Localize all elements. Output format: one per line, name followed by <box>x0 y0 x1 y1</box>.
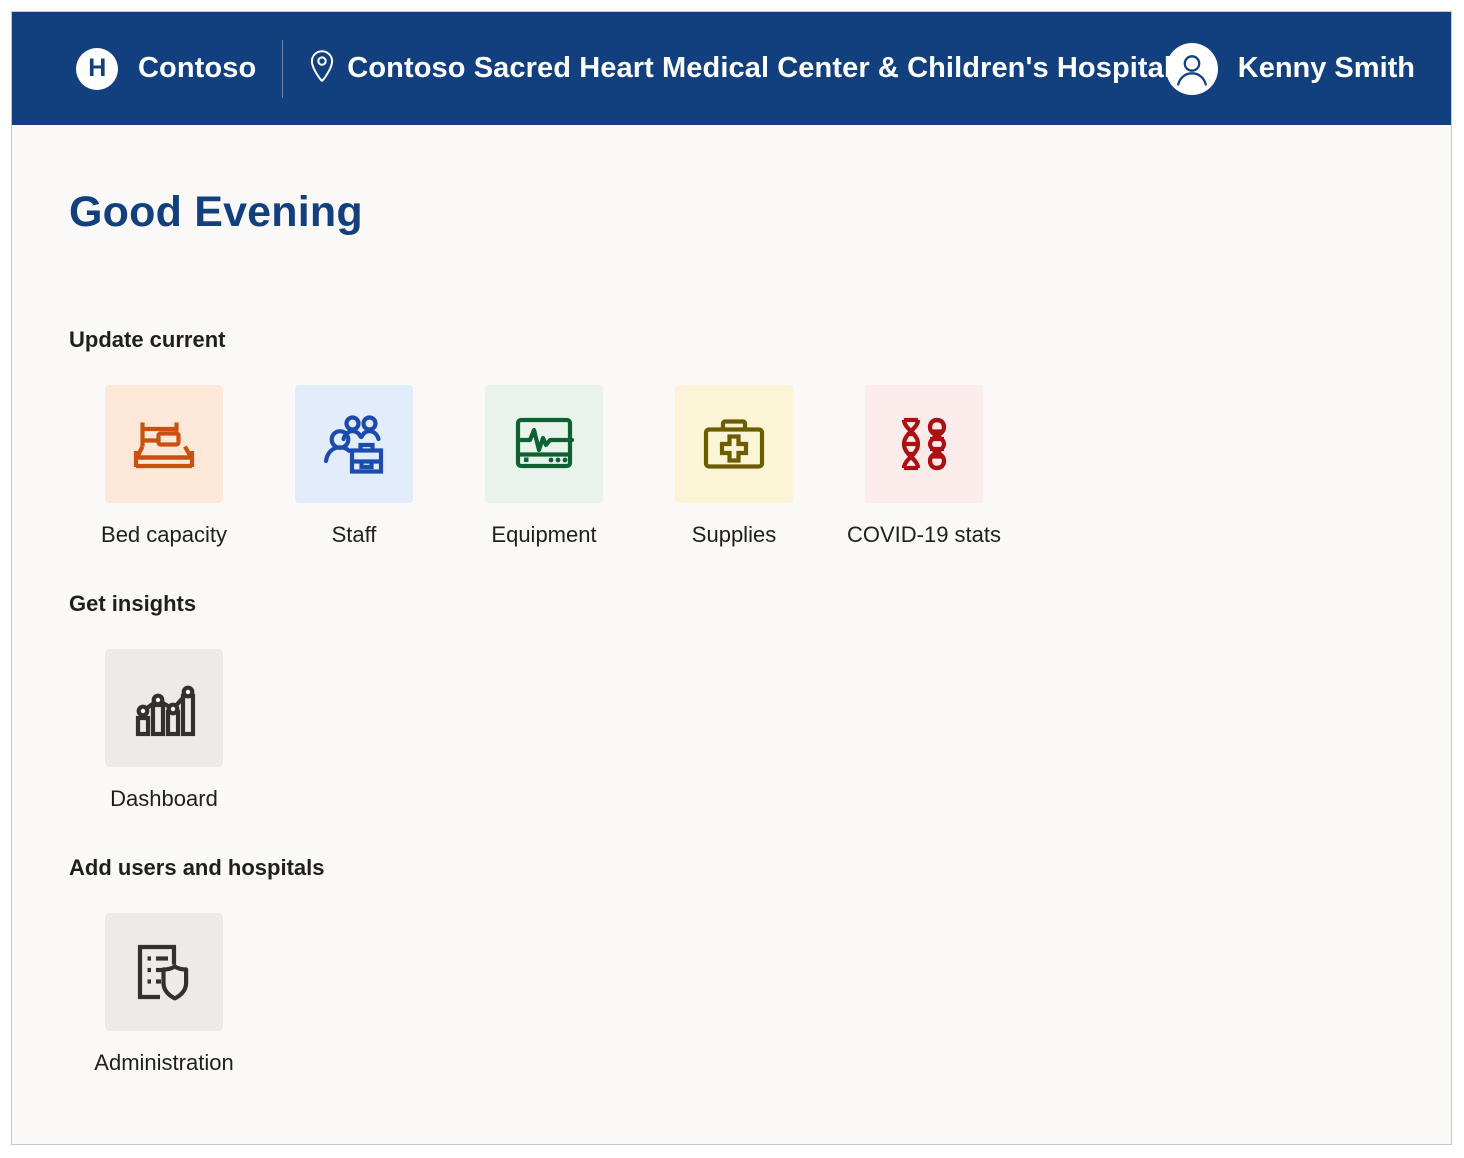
header-divider <box>282 39 284 98</box>
tile-staff[interactable]: Staff <box>259 385 449 548</box>
administration-icon-container <box>105 913 223 1031</box>
bar-chart-line-icon <box>135 685 196 737</box>
tile-bed-capacity[interactable]: Bed capacity <box>69 385 259 548</box>
supplies-icon-container <box>675 385 793 503</box>
staff-icon-container <box>295 385 413 503</box>
tile-dashboard[interactable]: Dashboard <box>69 649 259 812</box>
user-menu[interactable]: Kenny Smith <box>1165 42 1425 95</box>
tile-covid-19-stats[interactable]: COVID-19 stats <box>829 385 1019 548</box>
user-name: Kenny Smith <box>1237 52 1415 84</box>
dna-helix-icon <box>901 417 947 471</box>
tile-label: Dashboard <box>110 786 218 811</box>
section-title: Get insights <box>69 591 197 616</box>
page-title: Good Evening <box>69 188 363 236</box>
tile-label: Staff <box>331 522 377 547</box>
tile-row: Dashboard <box>69 617 1451 812</box>
bed-icon <box>133 422 195 469</box>
tile-equipment[interactable]: Equipment <box>449 385 639 548</box>
map-pin-icon <box>309 49 335 88</box>
brand-name: Contoso <box>138 52 257 84</box>
site-selector[interactable]: Contoso Sacred Heart Medical Center & Ch… <box>309 49 1172 88</box>
equipment-icon-container <box>485 385 603 503</box>
tile-supplies[interactable]: Supplies <box>639 385 829 548</box>
app-header: H Contoso Contoso Sacred Heart Medical C… <box>12 12 1451 125</box>
people-briefcase-icon <box>323 415 384 474</box>
site-name: Contoso Sacred Heart Medical Center & Ch… <box>347 52 1173 84</box>
tile-row: Administration <box>69 881 1451 1076</box>
section-title: Update current <box>69 327 226 352</box>
tile-label: COVID-19 stats <box>846 522 1002 547</box>
first-aid-kit-icon <box>703 419 765 469</box>
tile-label: Supplies <box>691 522 777 547</box>
covid-icon-container <box>865 385 983 503</box>
ecg-monitor-icon <box>515 417 575 469</box>
logo-letter: H <box>88 54 106 82</box>
section-add-users-and-hospitals: Add users and hospitals Administration <box>69 812 1451 1076</box>
page-body: Good Evening Update current Bed capacity… <box>12 125 1451 1076</box>
brand-home-link[interactable]: H Contoso <box>76 47 257 90</box>
contoso-logo-icon: H <box>76 47 118 90</box>
tile-label: Bed capacity <box>101 522 227 547</box>
avatar <box>1165 42 1218 95</box>
section-title: Add users and hospitals <box>69 855 325 880</box>
tile-row: Bed capacity Staff Equipment Supplies CO… <box>69 353 1451 548</box>
tile-label: Administration <box>94 1050 234 1075</box>
document-shield-icon <box>137 944 189 1001</box>
section-get-insights: Get insights Dashboard <box>69 548 1451 812</box>
dashboard-icon-container <box>105 649 223 767</box>
tile-administration[interactable]: Administration <box>69 913 259 1076</box>
section-update-current: Update current Bed capacity Staff Equipm… <box>69 237 1451 548</box>
tile-label: Equipment <box>491 522 597 547</box>
app-window: H Contoso Contoso Sacred Heart Medical C… <box>11 11 1452 1145</box>
bed-icon-container <box>105 385 223 503</box>
